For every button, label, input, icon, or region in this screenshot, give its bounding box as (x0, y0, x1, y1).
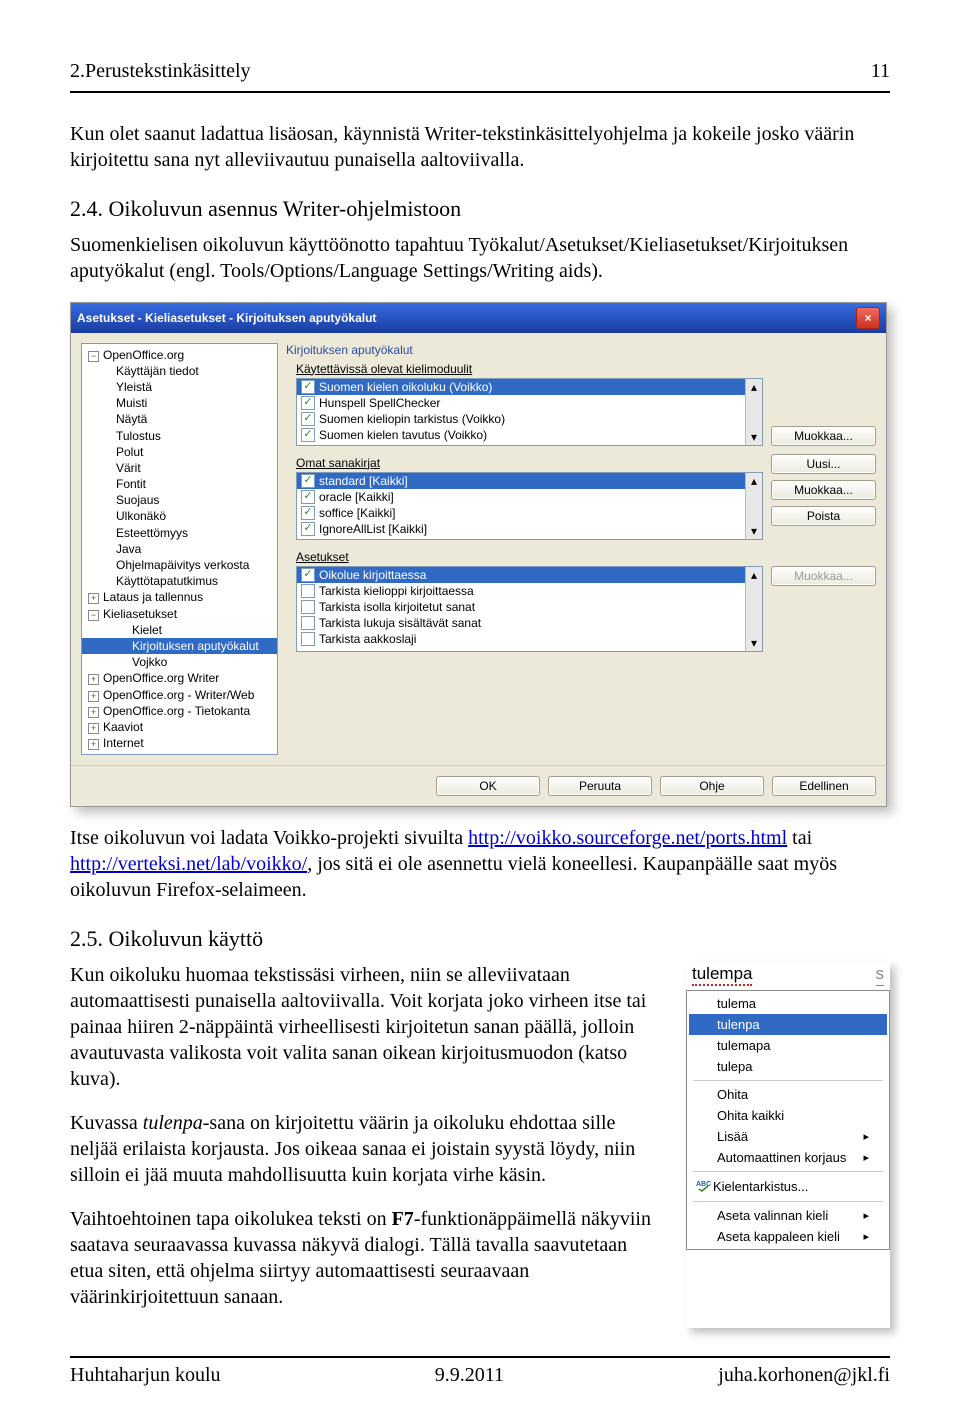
settings-tree[interactable]: −OpenOffice.org Käyttäjän tiedot Yleistä… (81, 343, 278, 756)
settings-dialog-screenshot: Asetukset - Kieliasetukset - Kirjoitukse… (70, 302, 887, 808)
dialog-title: Asetukset - Kieliasetukset - Kirjoitukse… (77, 311, 376, 325)
tree-item-writing-aids: Kirjoituksen aputyökalut (82, 638, 277, 654)
page-section-title: 2.Perustekstinkäsittely (70, 60, 251, 83)
scroll-down-icon[interactable]: ▾ (751, 636, 757, 650)
section-2.4-body: Suomenkielisen oikoluvun käyttöönotto ta… (70, 232, 890, 284)
modify-dictionary-button[interactable]: Muokkaa... (771, 480, 876, 500)
modify-modules-button[interactable]: Muokkaa... (771, 426, 876, 446)
scroll-down-icon[interactable]: ▾ (751, 430, 757, 444)
misspelled-word: tulempa (692, 964, 752, 986)
page-number: 11 (871, 60, 890, 83)
footer-left: Huhtaharjun koulu (70, 1364, 221, 1387)
cancel-button[interactable]: Peruuta (548, 776, 652, 796)
previous-button[interactable]: Edellinen (772, 776, 876, 796)
voikko-ports-link[interactable]: http://voikko.sourceforge.net/ports.html (468, 827, 787, 849)
delete-dictionary-button[interactable]: Poista (771, 506, 876, 526)
writing-aids-group-label: Kirjoituksen aputyökalut (286, 343, 876, 357)
modules-listbox[interactable]: ✓Suomen kielen oikoluku (Voikko) ✓Hunspe… (296, 378, 763, 446)
spellcheck-context-menu-screenshot: tulempa s tulema tulenpa tulemapa tulepa… (686, 962, 890, 1328)
options-label: Asetukset (296, 550, 763, 564)
section-2.5-p2: Kuvassa tulenpa-sana on kirjoitettu väär… (70, 1110, 658, 1188)
footer-center: 9.9.2011 (435, 1364, 504, 1387)
chevron-right-icon: ▸ (863, 1209, 869, 1222)
voikko-download-paragraph: Itse oikoluvun voi ladata Voikko-projekt… (70, 825, 890, 903)
section-2.5-heading: 2.5. Oikoluvun käyttö (70, 925, 890, 954)
chevron-right-icon: ▸ (863, 1151, 869, 1164)
suggestion-item-selected[interactable]: tulenpa (689, 1014, 887, 1035)
scroll-up-icon[interactable]: ▴ (751, 380, 757, 394)
intro-paragraph: Kun olet saanut ladattua lisäosan, käynn… (70, 121, 890, 173)
autocorrect-item[interactable]: Automaattinen korjaus▸ (689, 1147, 887, 1168)
ignore-item[interactable]: Ohita (689, 1084, 887, 1105)
suggestion-item[interactable]: tulema (689, 993, 887, 1014)
ignore-all-item[interactable]: Ohita kaikki (689, 1105, 887, 1126)
scroll-up-icon[interactable]: ▴ (751, 568, 757, 582)
help-button[interactable]: Ohje (660, 776, 764, 796)
suggestion-item[interactable]: tulemapa (689, 1035, 887, 1056)
scroll-up-icon[interactable]: ▴ (751, 474, 757, 488)
new-dictionary-button[interactable]: Uusi... (771, 454, 876, 474)
suggestion-item[interactable]: tulepa (689, 1056, 887, 1077)
options-listbox[interactable]: ✓Oikolue kirjoittaessa Tarkista kieliopp… (296, 566, 763, 652)
modules-label: Käytettävissä olevat kielimoduulit (296, 362, 763, 376)
section-2.5-p1: Kun oikoluku huomaa tekstissäsi virheen,… (70, 962, 658, 1092)
close-icon[interactable]: × (856, 307, 880, 329)
svg-text:ABC: ABC (696, 1181, 711, 1188)
set-paragraph-language-item[interactable]: Aseta kappaleen kieli▸ (689, 1226, 887, 1247)
toprow-s: s (876, 964, 885, 986)
section-2.4-heading: 2.4. Oikoluvun asennus Writer-ohjelmisto… (70, 195, 890, 224)
header-rule (70, 91, 890, 93)
chevron-right-icon: ▸ (863, 1230, 869, 1243)
section-2.5-p3: Vaihtoehtoinen tapa oikolukea teksti on … (70, 1206, 658, 1310)
spellcheck-icon: ABC (695, 1178, 713, 1195)
dictionaries-listbox[interactable]: ✓standard [Kaikki] ✓oracle [Kaikki] ✓sof… (296, 472, 763, 540)
set-selection-language-item[interactable]: Aseta valinnan kieli▸ (689, 1205, 887, 1226)
context-menu[interactable]: tulema tulenpa tulemapa tulepa Ohita Ohi… (686, 990, 890, 1250)
verteksi-voikko-link[interactable]: http://verteksi.net/lab/voikko/ (70, 853, 307, 875)
scroll-down-icon[interactable]: ▾ (751, 524, 757, 538)
chevron-right-icon: ▸ (863, 1130, 869, 1143)
ok-button[interactable]: OK (436, 776, 540, 796)
spellcheck-item[interactable]: ABC Kielentarkistus... (689, 1175, 887, 1198)
footer-right: juha.korhonen@jkl.fi (718, 1364, 890, 1387)
add-item[interactable]: Lisää▸ (689, 1126, 887, 1147)
dictionaries-label: Omat sanakirjat (296, 456, 763, 470)
footer-rule (70, 1356, 890, 1358)
modify-option-button: Muokkaa... (771, 566, 876, 586)
